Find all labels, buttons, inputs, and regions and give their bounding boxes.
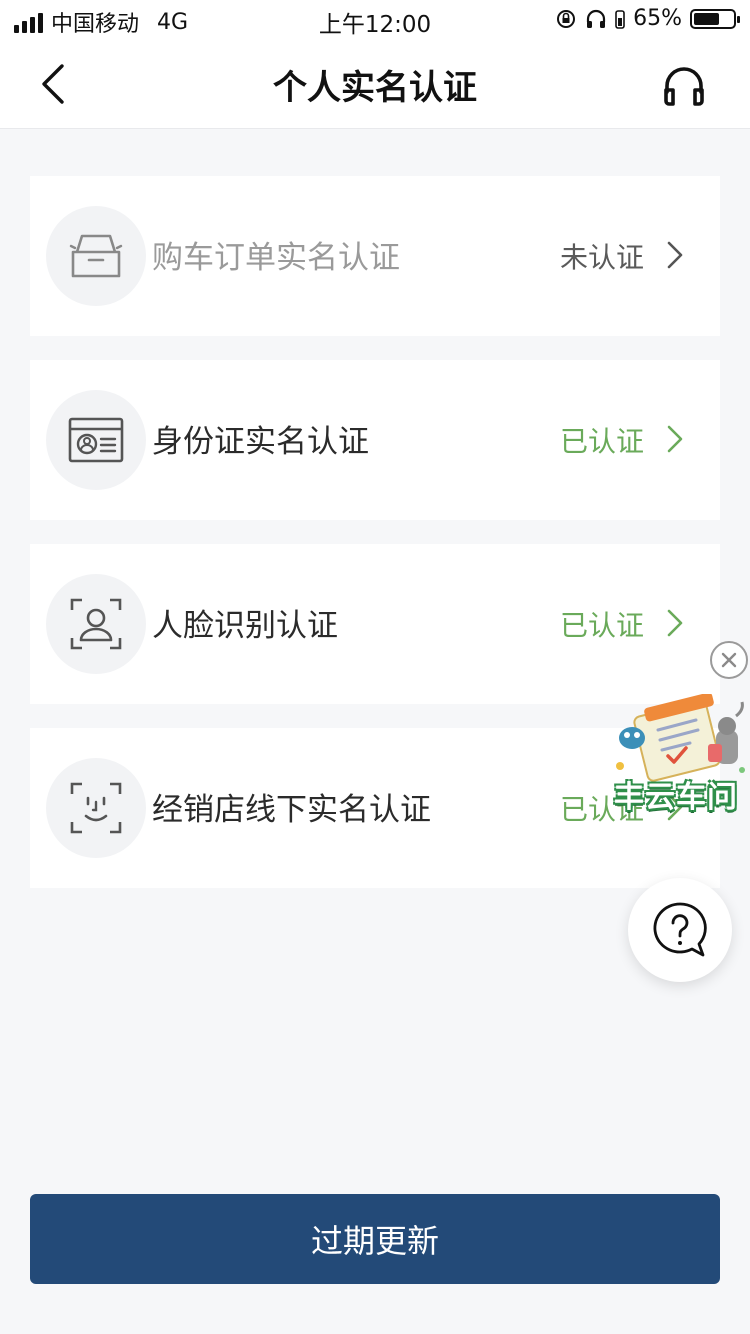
id-card-verification-item[interactable]: 身份证实名认证 已认证: [30, 360, 720, 520]
chevron-right-icon: [667, 241, 683, 269]
purchase-order-verification-item[interactable]: 购车订单实名认证 未认证: [30, 176, 720, 336]
portrait-frame-icon: [70, 598, 122, 650]
promo-text: 丰云车问: [614, 780, 738, 815]
promo-widget[interactable]: 丰云车问: [610, 694, 750, 815]
chevron-right-icon: [667, 609, 683, 637]
promo-close-button[interactable]: [710, 641, 748, 679]
page-title: 个人实名认证: [273, 68, 477, 108]
status-right: 65%: [555, 6, 740, 31]
question-chat-icon: [653, 902, 707, 957]
battery-small-icon: [615, 9, 625, 29]
battery-icon: [690, 8, 740, 29]
car-icon: [69, 234, 123, 278]
headphones-status-icon: [586, 9, 606, 28]
promo-illustration: [616, 694, 745, 782]
battery-percent: 65%: [633, 6, 682, 31]
item-label: 经销店线下实名认证: [152, 792, 431, 828]
face-recognition-verification-item[interactable]: 人脸识别认证 已认证: [30, 544, 720, 704]
close-icon: [721, 652, 737, 668]
item-label: 身份证实名认证: [152, 424, 369, 460]
icon-badge: [46, 574, 146, 674]
expiry-update-button[interactable]: 过期更新: [30, 1194, 720, 1284]
status-unverified: 未认证: [559, 241, 644, 274]
nav-bar: 个人实名认证: [0, 40, 750, 129]
customer-service-button[interactable]: [662, 64, 706, 106]
help-button[interactable]: [628, 878, 732, 982]
icon-badge: [46, 758, 146, 858]
status-bar: 中国移动 4G 上午12:00 65%: [0, 0, 750, 40]
icon-badge: [46, 390, 146, 490]
icon-badge: [46, 206, 146, 306]
item-label: 人脸识别认证: [152, 608, 338, 644]
status-verified: 已认证: [559, 425, 644, 458]
id-card-icon: [68, 417, 124, 463]
headset-icon: [664, 67, 704, 106]
face-scan-icon: [70, 782, 122, 834]
orientation-lock-icon: [557, 9, 576, 28]
item-label: 购车订单实名认证: [152, 240, 400, 276]
status-verified: 已认证: [559, 609, 644, 642]
chevron-right-icon: [667, 425, 683, 453]
